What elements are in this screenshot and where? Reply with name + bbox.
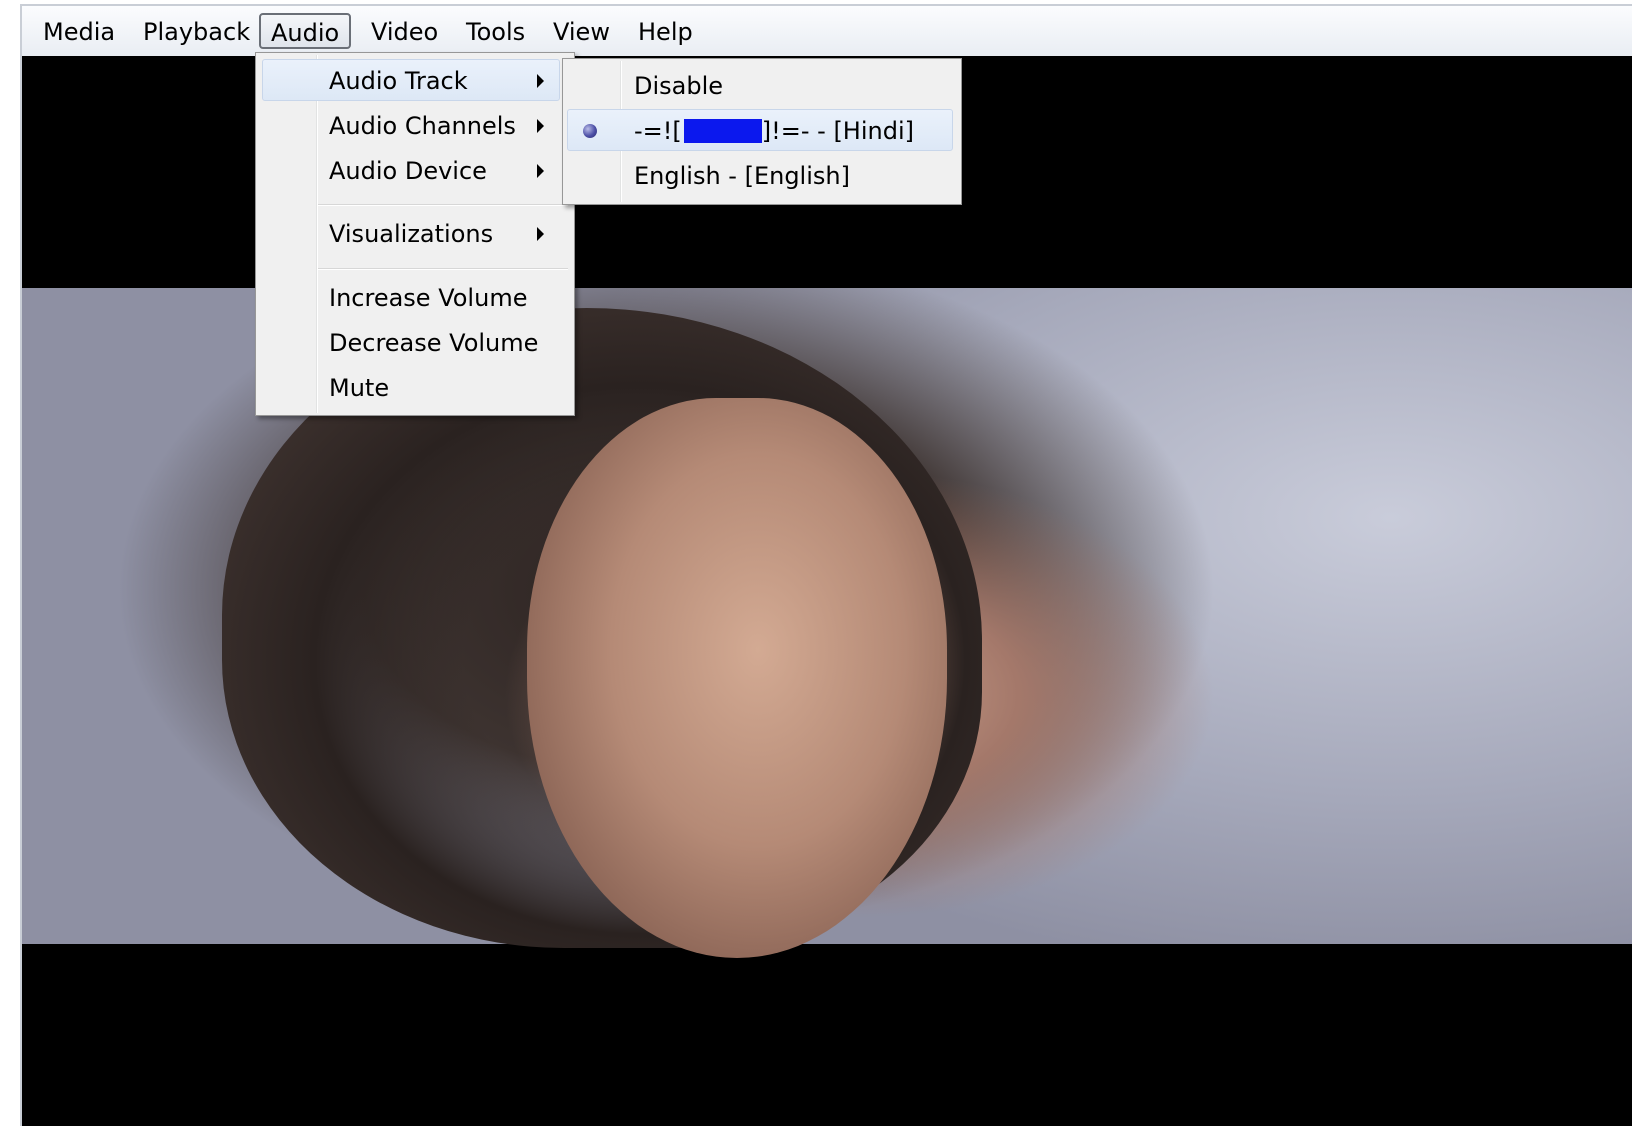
menu-item-audio-track[interactable]: Audio Track bbox=[262, 59, 560, 101]
redaction-box bbox=[683, 119, 762, 143]
menu-item-visualizations[interactable]: Visualizations bbox=[262, 212, 560, 254]
submenu-arrow-icon bbox=[537, 164, 544, 178]
menu-item-audio-device[interactable]: Audio Device bbox=[262, 149, 560, 191]
menu-bar: Media Playback Audio Video Tools View He… bbox=[22, 6, 1632, 57]
track-name-suffix: ]!=- - [Hindi] bbox=[761, 117, 914, 145]
submenu-arrow-icon bbox=[537, 119, 544, 133]
radio-selected-icon bbox=[583, 124, 597, 138]
track-item-english[interactable]: English - [English] bbox=[567, 154, 953, 196]
submenu-arrow-icon bbox=[537, 227, 544, 241]
menu-item-decrease-volume[interactable]: Decrease Volume bbox=[262, 321, 560, 363]
track-item-hindi[interactable]: -=![ ]!=- - [Hindi] bbox=[567, 109, 953, 151]
menu-item-audio-channels[interactable]: Audio Channels bbox=[262, 104, 560, 146]
menu-item-label: Audio Device bbox=[329, 157, 487, 185]
menu-item-label: Mute bbox=[329, 374, 390, 402]
menu-item-label: Disable bbox=[634, 72, 724, 100]
menu-item-label: Visualizations bbox=[329, 220, 494, 248]
menu-item-label: Decrease Volume bbox=[329, 329, 539, 357]
menu-video[interactable]: Video bbox=[360, 13, 449, 49]
audio-track-submenu: Disable -=![ ]!=- - [Hindi] English - [En… bbox=[562, 58, 962, 205]
menu-tools[interactable]: Tools bbox=[455, 13, 536, 49]
menu-item-label: -=![ ]!=- - [Hindi] bbox=[634, 110, 914, 152]
submenu-arrow-icon bbox=[537, 74, 544, 88]
menu-item-label: Audio Track bbox=[329, 67, 468, 95]
menu-playback[interactable]: Playback bbox=[132, 13, 261, 49]
menu-separator bbox=[318, 268, 568, 270]
menu-item-label: English - [English] bbox=[634, 162, 850, 190]
menu-item-label: Increase Volume bbox=[329, 284, 528, 312]
menu-item-label: Audio Channels bbox=[329, 112, 516, 140]
menu-separator bbox=[318, 204, 568, 206]
menu-media[interactable]: Media bbox=[32, 13, 126, 49]
track-name-prefix: -=![ bbox=[634, 117, 682, 145]
menu-help[interactable]: Help bbox=[627, 13, 704, 49]
menu-item-increase-volume[interactable]: Increase Volume bbox=[262, 276, 560, 318]
menu-audio[interactable]: Audio bbox=[259, 13, 352, 49]
menu-view[interactable]: View bbox=[542, 13, 621, 49]
track-item-disable[interactable]: Disable bbox=[567, 64, 953, 106]
video-face-shape bbox=[527, 398, 947, 958]
menu-item-mute[interactable]: Mute bbox=[262, 366, 560, 408]
audio-menu: Audio Track Audio Channels Audio Device … bbox=[255, 52, 575, 416]
